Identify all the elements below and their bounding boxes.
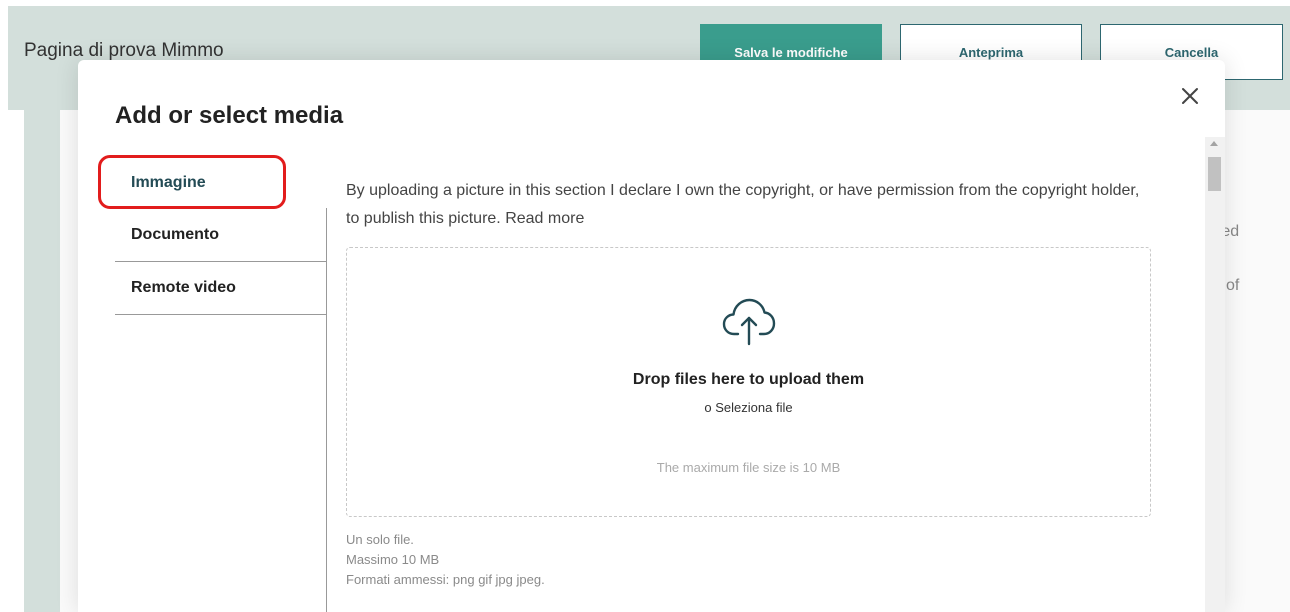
scroll-up-arrow-icon[interactable] [1210, 141, 1218, 146]
background-text-fragment: of [1226, 277, 1240, 294]
file-dropzone[interactable]: Drop files here to upload them o Selezio… [346, 247, 1151, 517]
rule-single-file: Un solo file. [346, 532, 414, 547]
close-icon [1182, 88, 1198, 104]
dialog-scrollbar[interactable] [1205, 137, 1225, 612]
tabs-divider [326, 208, 327, 612]
cloud-upload-icon [722, 298, 776, 346]
media-dialog: Add or select media Immagine Documento R… [78, 60, 1225, 612]
select-file-link[interactable]: o Seleziona file [347, 400, 1150, 415]
dropzone-main-text: Drop files here to upload them [632, 371, 865, 388]
max-file-size-text: The maximum file size is 10 MB [656, 460, 841, 475]
close-button[interactable] [1178, 84, 1202, 108]
upload-rules: Un solo file. Massimo 10 MB Formati amme… [346, 530, 545, 590]
page-title: Pagina di prova Mimmo [24, 40, 224, 61]
tab-documento[interactable]: Documento [115, 209, 327, 262]
rule-max-size: Massimo 10 MB [346, 552, 440, 567]
tab-remote-video[interactable]: Remote video [115, 262, 327, 315]
active-tab-highlight [98, 155, 286, 209]
copyright-declaration: By uploading a picture in this section I… [346, 182, 1140, 227]
rule-allowed-formats: Formati ammessi: png gif jpg jpeg. [346, 572, 545, 587]
dialog-title: Add or select media [115, 102, 344, 129]
scrollbar-thumb[interactable] [1208, 157, 1221, 191]
